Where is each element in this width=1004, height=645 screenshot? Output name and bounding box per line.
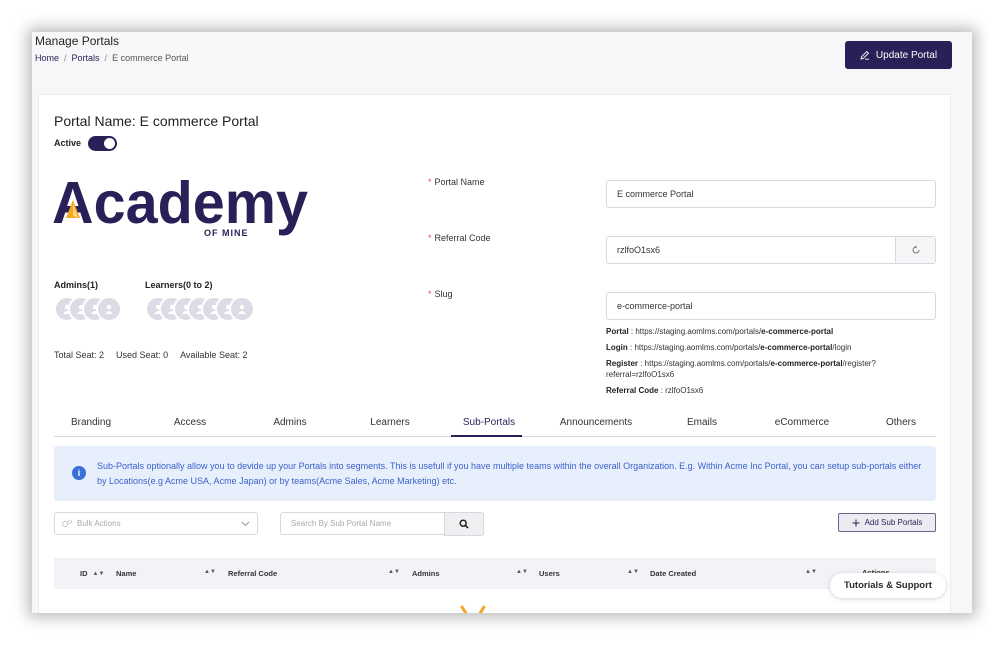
sort-icon: ▲▼ bbox=[388, 569, 400, 575]
logo-wordmark: Academy bbox=[53, 173, 308, 236]
avatar[interactable] bbox=[229, 296, 255, 322]
academy-of-mine-logo: Academy OF MINE bbox=[53, 173, 308, 237]
info-banner: i Sub-Portals optionally allow you to de… bbox=[54, 446, 936, 501]
breadcrumb-current: E commerce Portal bbox=[112, 53, 189, 63]
active-toggle[interactable] bbox=[88, 136, 117, 151]
portal-card: Portal Name: E commerce Portal Active Ac… bbox=[38, 94, 951, 613]
referral-code-value: rzlfoO1sx6 bbox=[617, 245, 661, 255]
referral-code-text: Referral Code : rzlfoO1sx6 bbox=[606, 386, 704, 395]
search-input[interactable]: Search By Sub Portal Name bbox=[280, 512, 444, 535]
tab-emails[interactable]: Emails bbox=[687, 417, 717, 428]
column-name[interactable]: Name bbox=[116, 569, 136, 578]
update-portal-label: Update Portal bbox=[875, 49, 938, 61]
active-tab-indicator bbox=[451, 435, 522, 437]
sub-portals-table-header: ID ▲▼ Name ▲▼ Referral Code ▲▼ Admins ▲▼ … bbox=[54, 558, 936, 589]
column-referral-code[interactable]: Referral Code bbox=[228, 569, 277, 578]
tab-ecommerce[interactable]: eCommerce bbox=[775, 417, 829, 428]
portal-url[interactable]: Portal : https://staging.aomlms.com/port… bbox=[606, 326, 936, 337]
chevron-down-icon bbox=[241, 521, 250, 527]
tab-announcements[interactable]: Announcements bbox=[560, 417, 632, 428]
sort-icon: ▲▼ bbox=[204, 569, 216, 575]
search-button[interactable] bbox=[444, 512, 484, 536]
breadcrumb-portals[interactable]: Portals bbox=[72, 53, 100, 63]
active-label: Active bbox=[54, 138, 82, 148]
referral-code-label: * Referral Code bbox=[428, 233, 491, 243]
user-icon bbox=[238, 304, 246, 314]
referral-code-input[interactable]: rzlfoO1sx6 bbox=[606, 236, 936, 264]
login-url[interactable]: Login : https://staging.aomlms.com/porta… bbox=[606, 342, 936, 353]
pencil-icon bbox=[860, 50, 870, 60]
portal-name-label: * Portal Name bbox=[428, 177, 485, 187]
breadcrumb-separator: / bbox=[64, 53, 67, 63]
tab-admins[interactable]: Admins bbox=[273, 417, 306, 428]
sort-icon: ▲▼ bbox=[805, 569, 817, 575]
sort-icon: ▲▼ bbox=[627, 569, 639, 575]
logo-tagline: OF MINE bbox=[204, 228, 249, 237]
search-icon bbox=[459, 519, 469, 529]
seat-summary: Total Seat: 2 Used Seat: 0 Available Sea… bbox=[54, 350, 247, 360]
bulk-actions-select[interactable]: Bulk Actions bbox=[54, 512, 258, 535]
total-seat: Total Seat: 2 bbox=[54, 350, 105, 360]
admins-label: Admins(1) bbox=[54, 280, 99, 290]
column-users-sort[interactable]: ▲▼ bbox=[627, 569, 639, 575]
info-icon: i bbox=[72, 466, 86, 480]
column-date-created[interactable]: Date Created bbox=[650, 569, 696, 578]
user-icon bbox=[105, 304, 113, 314]
add-sub-portals-button[interactable]: Add Sub Portals bbox=[838, 513, 936, 532]
breadcrumb-home[interactable]: Home bbox=[35, 53, 59, 63]
column-id[interactable]: ID ▲▼ bbox=[80, 569, 104, 578]
column-referral-code-sort[interactable]: ▲▼ bbox=[388, 569, 400, 575]
plus-icon bbox=[852, 519, 860, 526]
tab-sub-portals[interactable]: Sub-Portals bbox=[463, 417, 515, 428]
tab-learners[interactable]: Learners bbox=[370, 417, 409, 428]
regenerate-code-button[interactable] bbox=[895, 237, 935, 263]
page-title: Manage Portals bbox=[35, 34, 120, 48]
breadcrumb-separator: / bbox=[104, 53, 108, 63]
add-sub-portals-label: Add Sub Portals bbox=[864, 518, 923, 527]
tab-branding[interactable]: Branding bbox=[71, 417, 111, 428]
column-name-sort[interactable]: ▲▼ bbox=[204, 569, 216, 575]
tab-access[interactable]: Access bbox=[174, 417, 206, 428]
refresh-icon bbox=[912, 245, 919, 254]
admins-avatars bbox=[54, 296, 122, 322]
tutorials-support-button[interactable]: Tutorials & Support bbox=[830, 573, 946, 598]
register-url[interactable]: Register : https://staging.aomlms.com/po… bbox=[606, 358, 936, 380]
portal-links: Portal : https://staging.aomlms.com/port… bbox=[606, 326, 936, 401]
portal-name-input[interactable]: E commerce Portal bbox=[606, 180, 936, 208]
loading-spinner-icon bbox=[460, 605, 486, 613]
portal-heading: Portal Name: E commerce Portal bbox=[54, 113, 259, 129]
column-admins[interactable]: Admins bbox=[412, 569, 440, 578]
gears-icon bbox=[61, 519, 73, 528]
learners-avatars bbox=[145, 296, 255, 322]
tab-others[interactable]: Others bbox=[886, 417, 916, 428]
avatar[interactable] bbox=[96, 296, 122, 322]
slug-input[interactable]: e-commerce-portal bbox=[606, 292, 936, 320]
used-seat: Used Seat: 0 bbox=[116, 350, 169, 360]
available-seat: Available Seat: 2 bbox=[180, 350, 248, 360]
breadcrumb: Home / Portals / E commerce Portal bbox=[35, 53, 189, 63]
column-date-created-sort[interactable]: ▲▼ bbox=[805, 569, 817, 575]
column-users[interactable]: Users bbox=[539, 569, 560, 578]
update-portal-button[interactable]: Update Portal bbox=[845, 41, 952, 69]
slug-label: * Slug bbox=[428, 289, 453, 299]
column-admins-sort[interactable]: ▲▼ bbox=[516, 569, 528, 575]
portal-tabs: Branding Access Admins Learners Sub-Port… bbox=[54, 410, 936, 437]
info-text: Sub-Portals optionally allow you to devi… bbox=[97, 461, 922, 486]
sort-icon: ▲▼ bbox=[516, 569, 528, 575]
bulk-actions-label: Bulk Actions bbox=[77, 519, 121, 528]
app-window: Manage Portals Home / Portals / E commer… bbox=[32, 32, 972, 613]
sort-icon: ▲▼ bbox=[92, 570, 105, 577]
learners-label: Learners(0 to 2) bbox=[145, 280, 213, 290]
